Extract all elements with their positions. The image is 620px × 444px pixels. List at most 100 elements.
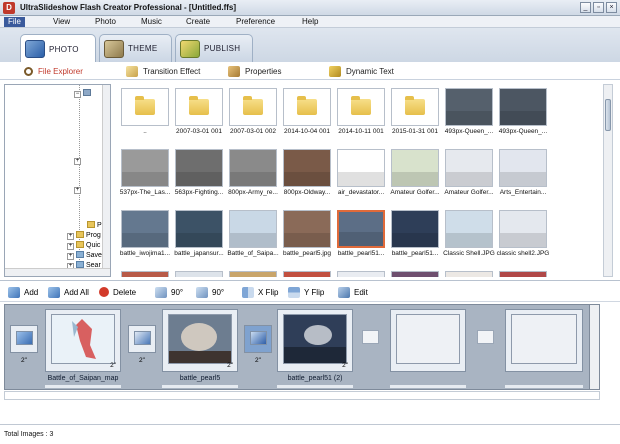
photo-thumbnail	[229, 271, 277, 277]
folder-icon	[337, 88, 385, 126]
menu-preference[interactable]: Preference	[236, 17, 275, 26]
storyboard-horizontal-scrollbar[interactable]	[4, 391, 600, 400]
rotate-left-button[interactable]: 90°	[155, 287, 183, 298]
thumbnail-caption: 537px-The_Las...	[119, 189, 171, 196]
photo-item[interactable]: air_devastator...	[334, 149, 388, 196]
photo-item[interactable]: classic shell2.JPG	[496, 210, 550, 257]
photo-item[interactable]: 493px-Queen_...	[496, 88, 550, 135]
photo-item[interactable]	[118, 271, 172, 277]
rotate-right-button[interactable]: 90°	[196, 287, 224, 298]
photo-item[interactable]: 493px-Queen_...	[442, 88, 496, 135]
storyboard-vertical-scrollbar[interactable]	[589, 305, 599, 389]
tree-node[interactable]: + Prog	[67, 231, 101, 240]
folder-item[interactable]: 2014-10-04 001	[280, 88, 334, 135]
menu-file[interactable]: File	[4, 17, 25, 27]
close-button[interactable]: ×	[606, 2, 617, 13]
tree-node[interactable]: +	[74, 157, 83, 165]
thumbnail-caption: 2015-01-31 001	[392, 128, 438, 135]
photo-item[interactable]: Amateur Golfer...	[388, 149, 442, 196]
photo-item[interactable]	[496, 271, 550, 277]
photo-item[interactable]: battle_pearl51...	[334, 210, 388, 257]
rotate-right-icon	[196, 287, 208, 298]
photo-item[interactable]	[280, 271, 334, 277]
subtab-properties[interactable]: Properties	[228, 64, 281, 78]
maximize-button[interactable]: ▫	[593, 2, 604, 13]
slide-card[interactable]	[505, 309, 583, 372]
photo-thumbnail	[175, 210, 223, 248]
photo-item[interactable]: Arts_Entertain...	[496, 149, 550, 196]
tab-theme[interactable]: THEME	[99, 34, 172, 62]
folder-item[interactable]: 2007-03-01 002	[226, 88, 280, 135]
photo-thumbnail	[283, 149, 331, 187]
menu-view[interactable]: View	[53, 17, 70, 26]
menu-photo[interactable]: Photo	[95, 17, 116, 26]
thumbnail-grid: .. 2007-03-01 001 2007-03-01 002 2014-10-04…	[118, 84, 602, 277]
slide-thumbnail	[511, 314, 577, 364]
folder-item[interactable]: 2007-03-01 001	[172, 88, 226, 135]
photo-item[interactable]: battle_japansur...	[172, 210, 226, 257]
subtab-dynamic-text[interactable]: Dynamic Text	[329, 64, 394, 78]
tree-node[interactable]: + Save	[67, 251, 102, 260]
transition-slot[interactable]: 2"	[244, 325, 272, 364]
tab-photo[interactable]: PHOTO	[20, 34, 96, 63]
thumbnail-scrollbar[interactable]	[603, 84, 613, 277]
photo-item[interactable]: 537px-The_Las...	[118, 149, 172, 196]
photo-item[interactable]: 563px-Fighting...	[172, 149, 226, 196]
subtab-transition-effect[interactable]: Transition Effect	[126, 64, 200, 78]
photo-item[interactable]	[226, 271, 280, 277]
slide-card[interactable]: 2"	[162, 309, 238, 372]
photo-item[interactable]: battle_iwojima1...	[118, 210, 172, 257]
photo-item[interactable]: Classic Shell.JPG	[442, 210, 496, 257]
subtab-file-explorer[interactable]: File Explorer	[24, 64, 83, 78]
minimize-button[interactable]: _	[580, 2, 591, 13]
add-button[interactable]: Add	[8, 287, 38, 298]
photo-icon	[25, 40, 45, 58]
photo-item[interactable]	[442, 271, 496, 277]
theme-icon	[104, 39, 124, 58]
storyboard: 2" 2" 2" 2" 2" 2" Battle_of_Saipan_map b…	[4, 304, 600, 390]
photo-item[interactable]: 800px-Army_re...	[226, 149, 280, 196]
folder-item[interactable]: 2015-01-31 001	[388, 88, 442, 135]
delete-button[interactable]: Delete	[99, 287, 136, 297]
edit-button[interactable]: Edit	[338, 287, 368, 298]
slide-card[interactable]: 2"	[45, 309, 121, 372]
delete-icon	[99, 287, 109, 297]
menu-create[interactable]: Create	[186, 17, 210, 26]
photo-item[interactable]: Amateur Golfer...	[442, 149, 496, 196]
tree-node[interactable]: +	[74, 186, 83, 194]
transition-slot[interactable]	[357, 325, 385, 353]
photo-item[interactable]: Battle_of_Saipa...	[226, 210, 280, 257]
photo-toolbar: Add Add All Delete 90° 90° X Flip Y Flip…	[0, 284, 620, 302]
folder-item[interactable]: ..	[118, 88, 172, 135]
menu-help[interactable]: Help	[302, 17, 318, 26]
photo-thumbnail	[445, 210, 493, 248]
folder-tree[interactable]: − + + Plac +Prog +Quic +Save +Sear	[4, 84, 111, 277]
slide-card[interactable]: 2"	[277, 309, 353, 372]
photo-thumbnail	[391, 149, 439, 187]
transition-slot[interactable]	[472, 325, 500, 353]
thumbnail-scrollbar-thumb[interactable]	[605, 99, 611, 131]
add-icon	[8, 287, 20, 298]
photo-item[interactable]	[388, 271, 442, 277]
add-all-button[interactable]: Add All	[48, 287, 89, 298]
thumbnail-caption: classic shell2.JPG	[496, 250, 550, 257]
photo-thumbnail	[121, 271, 169, 277]
total-images-label: Total Images : 3	[4, 431, 54, 438]
photo-item[interactable]	[172, 271, 226, 277]
tree-node[interactable]: −	[74, 89, 93, 98]
y-flip-button[interactable]: Y Flip	[288, 287, 324, 298]
tab-publish[interactable]: PUBLISH	[175, 34, 253, 62]
tree-horizontal-scrollbar[interactable]	[5, 268, 110, 276]
x-flip-button[interactable]: X Flip	[242, 287, 278, 298]
transition-slot[interactable]: 2"	[128, 325, 156, 364]
photo-item[interactable]: 800px-Oldway...	[280, 149, 334, 196]
tree-node[interactable]: + Quic	[67, 241, 100, 250]
photo-item[interactable]: battle_pearl5.jpg	[280, 210, 334, 257]
folder-item[interactable]: 2014-10-11 001	[334, 88, 388, 135]
slide-card[interactable]	[390, 309, 466, 372]
transition-slot[interactable]: 2"	[10, 325, 38, 364]
photo-item[interactable]: battle_pearl51...	[388, 210, 442, 257]
menu-music[interactable]: Music	[141, 17, 162, 26]
photo-item[interactable]	[334, 271, 388, 277]
tree-vertical-scrollbar[interactable]	[102, 85, 110, 268]
